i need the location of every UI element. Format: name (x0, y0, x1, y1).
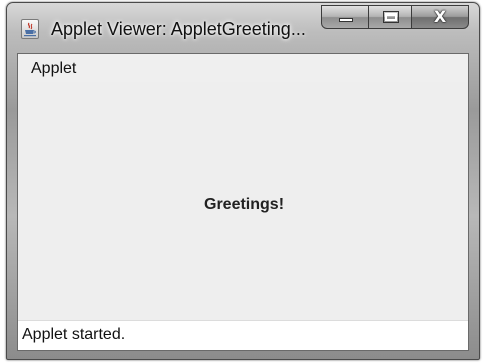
close-icon: X (433, 7, 447, 26)
greeting-text: Greetings! (204, 196, 285, 213)
status-text: Applet started. (22, 326, 126, 343)
minimize-button[interactable] (321, 5, 369, 29)
status-bar: Applet started. (18, 320, 468, 350)
menu-bar: Applet (18, 54, 468, 82)
menu-applet[interactable]: Applet (31, 60, 76, 78)
maximize-icon (383, 11, 399, 23)
close-button[interactable]: X (411, 5, 469, 29)
applet-viewer-window: Applet Viewer: AppletGreeting... X Apple… (6, 2, 480, 360)
maximize-button[interactable] (368, 5, 412, 29)
applet-client-area: Applet Greetings! Applet started. (17, 53, 469, 351)
window-title: Applet Viewer: AppletGreeting... (51, 19, 306, 39)
java-icon[interactable] (21, 19, 39, 39)
title-bar[interactable]: Applet Viewer: AppletGreeting... X (7, 3, 479, 51)
minimize-icon (339, 18, 353, 22)
applet-canvas: Greetings! (18, 82, 468, 320)
